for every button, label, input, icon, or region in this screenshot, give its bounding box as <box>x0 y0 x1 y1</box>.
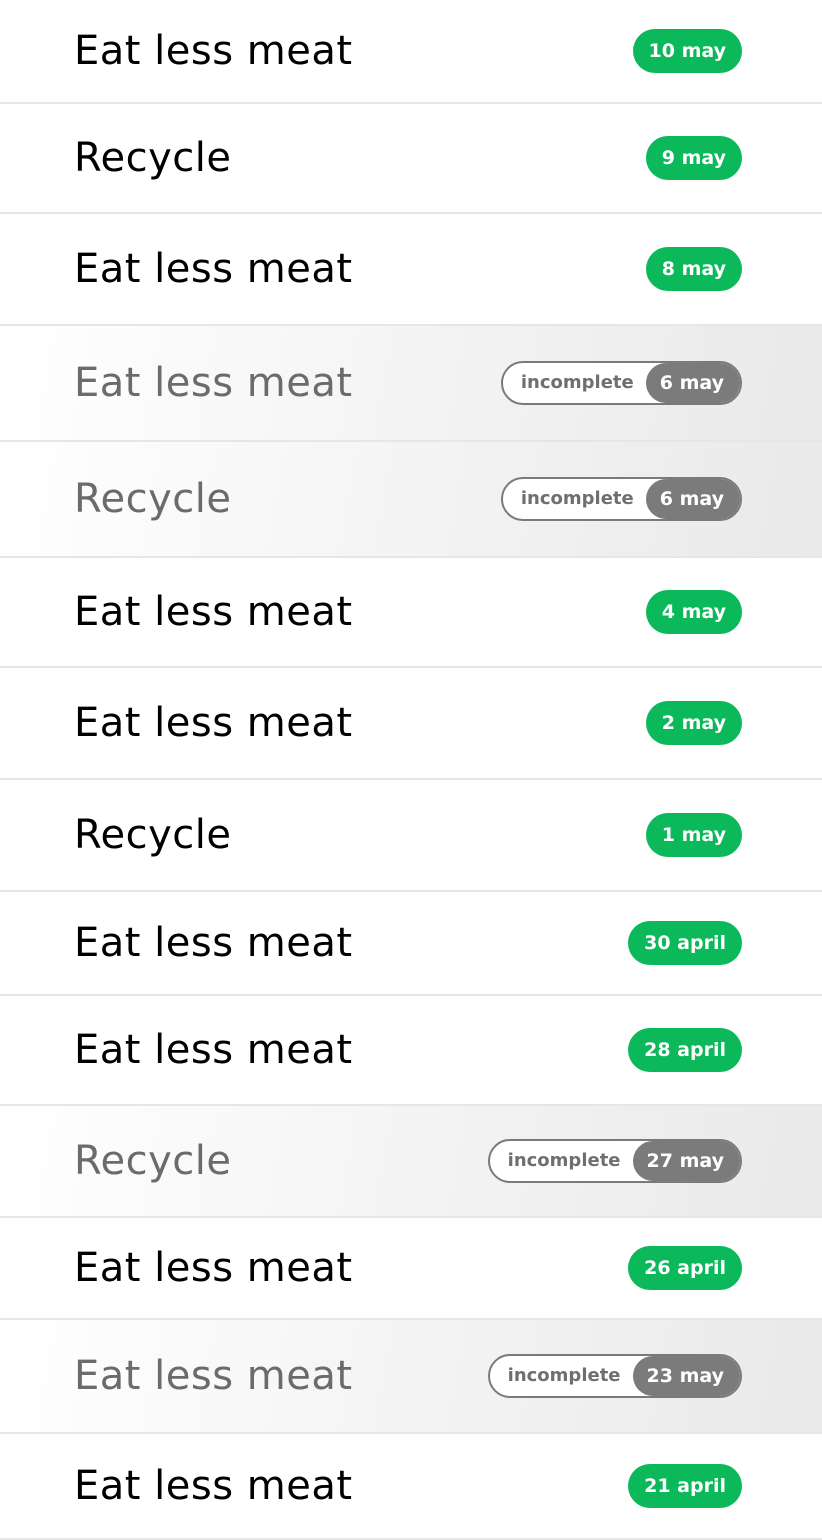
date-badge: 21 april <box>628 1464 742 1508</box>
list-item-incomplete[interactable]: Eat less meat incomplete 23 may <box>0 1320 822 1434</box>
incomplete-status-badge: incomplete 6 may <box>500 477 742 521</box>
date-badge: 23 may <box>632 1356 740 1396</box>
task-title: Eat less meat <box>74 1245 353 1291</box>
date-badge: 8 may <box>645 247 742 291</box>
incomplete-status-badge: incomplete 23 may <box>487 1354 742 1398</box>
task-badges: 26 april <box>628 1246 742 1290</box>
date-badge: 9 may <box>645 136 742 180</box>
list-item[interactable]: Eat less meat 10 may <box>0 0 822 104</box>
date-badge: 6 may <box>645 363 740 403</box>
list-item-incomplete[interactable]: Eat less meat incomplete 6 may <box>0 326 822 442</box>
task-badges: incomplete 23 may <box>487 1354 742 1398</box>
date-badge: 27 may <box>632 1141 740 1181</box>
incomplete-status-badge: incomplete 27 may <box>487 1139 742 1183</box>
task-title: Eat less meat <box>74 589 353 635</box>
list-item[interactable]: Eat less meat 28 april <box>0 996 822 1106</box>
list-item[interactable]: Recycle 9 may <box>0 104 822 214</box>
task-title: Eat less meat <box>74 246 353 292</box>
task-badges: 9 may <box>645 136 742 180</box>
status-label: incomplete <box>520 488 634 509</box>
list-item-incomplete[interactable]: Recycle incomplete 27 may <box>0 1106 822 1218</box>
task-badges: 28 april <box>628 1028 742 1072</box>
list-item[interactable]: Eat less meat 30 april <box>0 892 822 996</box>
task-title: Eat less meat <box>74 920 353 966</box>
task-badges: incomplete 6 may <box>500 477 742 521</box>
list-item[interactable]: Eat less meat 8 may <box>0 214 822 326</box>
task-title: Eat less meat <box>74 1353 353 1399</box>
incomplete-status-badge: incomplete 6 may <box>500 361 742 405</box>
task-badges: 4 may <box>645 590 742 634</box>
date-badge: 6 may <box>645 479 740 519</box>
task-title: Recycle <box>74 812 232 858</box>
task-badges: 30 april <box>628 921 742 965</box>
task-badges: 1 may <box>645 813 742 857</box>
task-title: Eat less meat <box>74 1463 353 1509</box>
date-badge: 26 april <box>628 1246 742 1290</box>
task-title: Eat less meat <box>74 360 353 406</box>
status-label: incomplete <box>507 1365 621 1386</box>
list-item[interactable]: Recycle 1 may <box>0 780 822 892</box>
date-badge: 30 april <box>628 921 742 965</box>
task-history-list: Eat less meat 10 may Recycle 9 may Eat less … <box>0 0 822 1540</box>
task-badges: 2 may <box>645 701 742 745</box>
list-item[interactable]: Eat less meat 21 april <box>0 1434 822 1540</box>
status-label: incomplete <box>520 372 634 393</box>
task-title: Eat less meat <box>74 700 353 746</box>
date-badge: 4 may <box>645 590 742 634</box>
date-badge: 28 april <box>628 1028 742 1072</box>
date-badge: 10 may <box>632 29 742 73</box>
task-badges: incomplete 6 may <box>500 361 742 405</box>
list-item-incomplete[interactable]: Recycle incomplete 6 may <box>0 442 822 558</box>
task-badges: 21 april <box>628 1464 742 1508</box>
task-badges: 10 may <box>632 29 742 73</box>
task-badges: incomplete 27 may <box>487 1139 742 1183</box>
status-label: incomplete <box>507 1150 621 1171</box>
task-title: Recycle <box>74 1138 232 1184</box>
date-badge: 1 may <box>645 813 742 857</box>
task-title: Recycle <box>74 476 232 522</box>
task-title: Eat less meat <box>74 28 353 74</box>
list-item[interactable]: Eat less meat 2 may <box>0 668 822 780</box>
task-title: Recycle <box>74 135 232 181</box>
date-badge: 2 may <box>645 701 742 745</box>
list-item[interactable]: Eat less meat 26 april <box>0 1218 822 1320</box>
task-badges: 8 may <box>645 247 742 291</box>
task-title: Eat less meat <box>74 1027 353 1073</box>
list-item[interactable]: Eat less meat 4 may <box>0 558 822 668</box>
